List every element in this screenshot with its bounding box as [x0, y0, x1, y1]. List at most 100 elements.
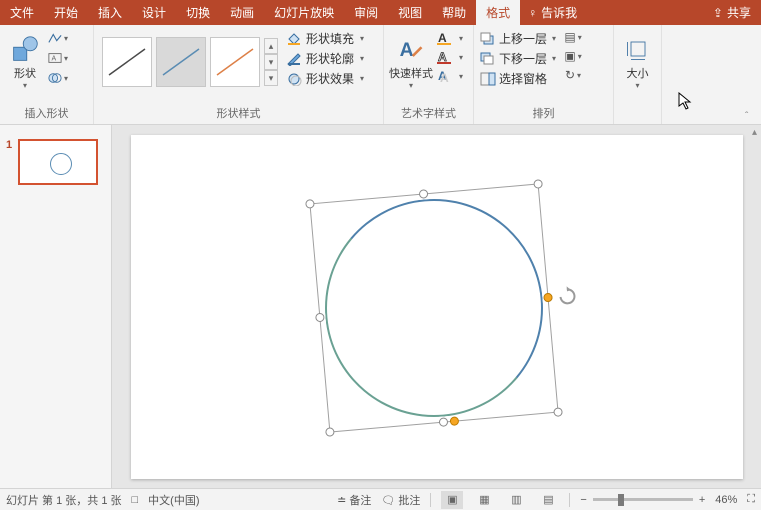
- shape-effects-button[interactable]: 形状效果▾: [286, 70, 364, 87]
- tab-review[interactable]: 审阅: [344, 0, 388, 25]
- svg-text:A: A: [438, 31, 447, 45]
- slide-canvas-area[interactable]: ▴: [112, 125, 761, 488]
- svg-text:A: A: [400, 40, 414, 61]
- language-indicator[interactable]: 中文(中国): [148, 492, 199, 508]
- group-size: 大小 ▾: [614, 25, 662, 124]
- resize-handle[interactable]: [418, 189, 428, 199]
- group-label-shape-styles: 形状样式: [98, 103, 379, 124]
- resize-handle[interactable]: [553, 407, 563, 417]
- send-backward-label: 下移一层: [499, 50, 547, 67]
- fit-to-window-button[interactable]: ⛶: [747, 493, 755, 506]
- style-thumb-2[interactable]: [156, 37, 206, 87]
- shape-fill-button[interactable]: 形状填充▾: [286, 30, 364, 47]
- align-button[interactable]: ▤▾: [564, 30, 582, 44]
- tab-design[interactable]: 设计: [132, 0, 176, 25]
- share-button[interactable]: ⇪ 共享: [703, 0, 761, 25]
- shape-outline-button[interactable]: 形状轮廓▾: [286, 50, 364, 67]
- bring-forward-button[interactable]: 上移一层▾: [480, 30, 556, 47]
- chevron-down-icon: ▾: [23, 81, 27, 90]
- selection-frame: [309, 183, 558, 432]
- tell-me[interactable]: ♀ 告诉我: [520, 0, 585, 25]
- group-arrange: 上移一层▾ 下移一层▾ 选择窗格 ▤▾ ▣▾ ↻▾ 排列: [474, 25, 614, 124]
- tab-transitions[interactable]: 切换: [176, 0, 220, 25]
- size-button[interactable]: 大小 ▾: [618, 27, 657, 97]
- sorter-view-button[interactable]: ▦: [473, 491, 495, 509]
- notes-button[interactable]: ≐ 备注: [337, 492, 371, 508]
- tab-home[interactable]: 开始: [44, 0, 88, 25]
- effects-icon: [286, 72, 302, 86]
- group-label-arrange: 排列: [478, 103, 609, 124]
- text-fill-button[interactable]: A: [436, 30, 454, 46]
- slideshow-view-button[interactable]: ▤: [537, 491, 559, 509]
- tab-file[interactable]: 文件: [0, 0, 44, 25]
- thumbnail-circle-shape: [50, 153, 72, 175]
- selected-shape[interactable]: [319, 193, 549, 423]
- tab-slideshow[interactable]: 幻灯片放映: [264, 0, 344, 25]
- style-gallery[interactable]: ▴ ▾ ▾: [98, 27, 280, 97]
- slide[interactable]: [131, 135, 743, 479]
- scroll-up-button[interactable]: ▴: [752, 127, 757, 138]
- zoom-slider[interactable]: − +: [580, 494, 705, 506]
- group-button[interactable]: ▣▾: [564, 49, 582, 63]
- svg-text:A: A: [51, 56, 56, 63]
- spellcheck-icon[interactable]: □: [132, 494, 139, 506]
- status-bar: 幻灯片 第 1 张，共 1 张 □ 中文(中国) ≐ 备注 🗨 批注 ▣ ▦ ▥…: [0, 488, 761, 510]
- gallery-more[interactable]: ▾: [264, 70, 278, 86]
- gallery-scroll-up[interactable]: ▴: [264, 38, 278, 54]
- share-icon: ⇪: [713, 6, 723, 20]
- zoom-value[interactable]: 46%: [715, 494, 737, 506]
- bring-forward-label: 上移一层: [499, 30, 547, 47]
- text-outline-button[interactable]: A: [436, 49, 454, 65]
- quick-styles-label: 快速样式: [389, 65, 433, 81]
- resize-handle[interactable]: [533, 179, 543, 189]
- group-wordart-styles: A 快速样式 ▾ A▾ A▾ AA▾ 艺术字样式: [384, 25, 474, 124]
- chevron-down-icon: ▾: [635, 81, 639, 90]
- tab-animations[interactable]: 动画: [220, 0, 264, 25]
- shapes-button[interactable]: 形状 ▾: [4, 27, 46, 97]
- shapes-icon: [11, 35, 39, 63]
- tell-me-label: 告诉我: [541, 4, 577, 21]
- adjustment-handle[interactable]: [449, 416, 459, 426]
- svg-text:A: A: [440, 71, 449, 84]
- shape-outline-label: 形状轮廓: [306, 50, 354, 67]
- shape-fill-label: 形状填充: [306, 30, 354, 47]
- resize-handle[interactable]: [325, 427, 335, 437]
- resize-handle[interactable]: [315, 313, 325, 323]
- quick-styles-button[interactable]: A 快速样式 ▾: [388, 27, 434, 97]
- reading-view-button[interactable]: ▥: [505, 491, 527, 509]
- tab-view[interactable]: 视图: [388, 0, 432, 25]
- rotate-button[interactable]: ↻▾: [564, 68, 582, 82]
- adjustment-handle[interactable]: [543, 293, 553, 303]
- lightbulb-icon: ♀: [528, 6, 537, 20]
- slide-counter[interactable]: 幻灯片 第 1 张，共 1 张: [6, 492, 122, 508]
- ribbon-collapse-button[interactable]: ˆ: [745, 111, 759, 122]
- resize-handle[interactable]: [305, 199, 315, 209]
- tab-help[interactable]: 帮助: [432, 0, 476, 25]
- tab-insert[interactable]: 插入: [88, 0, 132, 25]
- gallery-scroll-down[interactable]: ▾: [264, 54, 278, 70]
- edit-shape-button[interactable]: ▾: [48, 31, 68, 45]
- quick-styles-icon: A: [397, 35, 425, 63]
- thumbnail-panel[interactable]: 1: [0, 125, 112, 488]
- chevron-down-icon: ▾: [409, 81, 413, 90]
- menu-bar: 文件 开始 插入 设计 切换 动画 幻灯片放映 审阅 视图 帮助 格式 ♀ 告诉…: [0, 0, 761, 25]
- comments-button[interactable]: 🗨 批注: [381, 492, 420, 508]
- zoom-in-button[interactable]: +: [699, 494, 705, 506]
- zoom-thumb[interactable]: [618, 494, 624, 506]
- send-backward-button[interactable]: 下移一层▾: [480, 50, 556, 67]
- workspace: 1 ▴: [0, 125, 761, 488]
- style-thumb-1[interactable]: [102, 37, 152, 87]
- outline-pen-icon: [286, 52, 302, 66]
- text-box-button[interactable]: A▾: [48, 51, 68, 65]
- resize-handle[interactable]: [438, 417, 448, 427]
- slide-thumbnail-1[interactable]: [18, 139, 98, 185]
- normal-view-button[interactable]: ▣: [441, 491, 463, 509]
- style-thumb-3[interactable]: [210, 37, 260, 87]
- zoom-out-button[interactable]: −: [580, 494, 586, 506]
- size-label: 大小: [627, 65, 649, 81]
- rotation-handle[interactable]: [556, 285, 578, 307]
- tab-format[interactable]: 格式: [476, 0, 520, 25]
- merge-shapes-button[interactable]: ▾: [48, 71, 68, 85]
- text-effects-button[interactable]: AA: [436, 68, 454, 84]
- selection-pane-button[interactable]: 选择窗格: [480, 70, 556, 87]
